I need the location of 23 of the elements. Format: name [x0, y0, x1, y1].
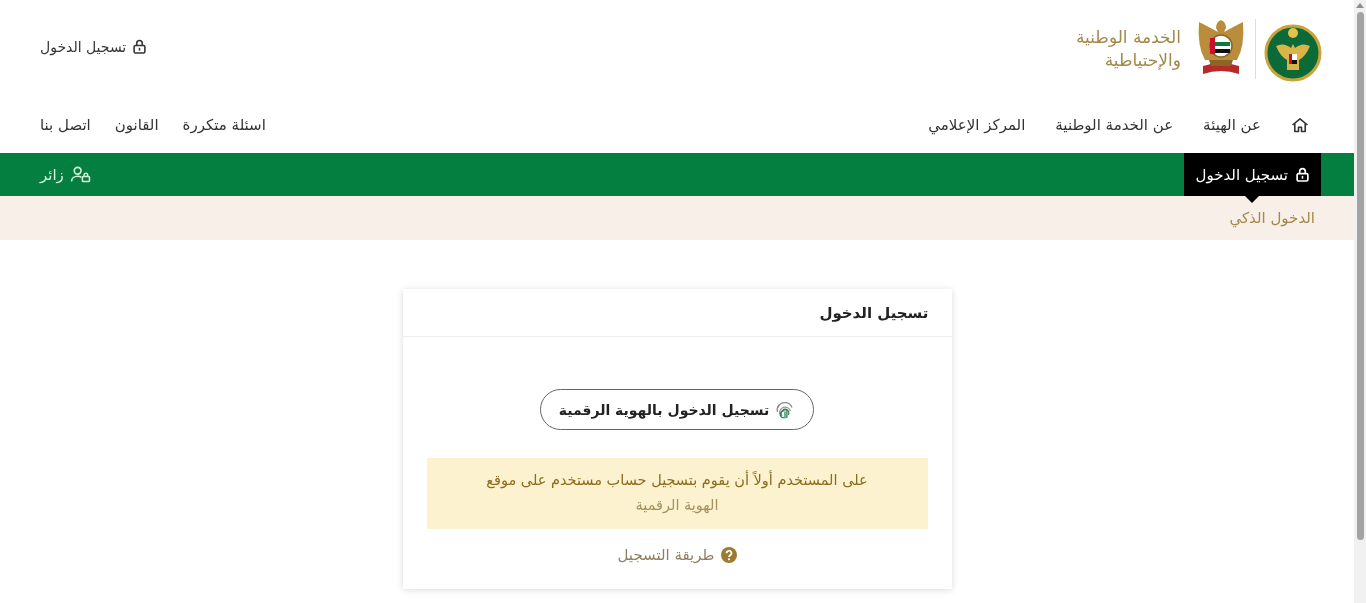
card-title: تسجيل الدخول: [819, 303, 929, 322]
digital-id-login-button[interactable]: تسجيل الدخول بالهوية الرقمية: [539, 389, 815, 430]
nav-link[interactable]: عن الهيئة: [1203, 116, 1261, 134]
lock-icon: [1296, 167, 1309, 182]
notice-text: على المستخدم أولاً أن يقوم بتسجيل حساب مستخدم على موقع الهوية الرقمية: [485, 469, 869, 516]
login-tab[interactable]: تسجيل الدخول: [1183, 153, 1321, 196]
pointer-triangle-icon: [1245, 196, 1260, 203]
registration-help-link[interactable]: طريقة التسجيل: [617, 545, 737, 564]
login-link[interactable]: تسجيل الدخول: [40, 38, 147, 55]
lock-icon: [133, 39, 147, 54]
scrollbar-thumb[interactable]: [1356, 12, 1364, 540]
nav-link[interactable]: عن الخدمة الوطنية: [1055, 116, 1174, 134]
visitor-link[interactable]: زائر: [40, 153, 91, 196]
nav-link[interactable]: المركز الإعلامي: [928, 116, 1026, 134]
help-icon: [720, 546, 737, 563]
home-icon[interactable]: [1291, 117, 1309, 133]
nav-link[interactable]: القانون: [114, 116, 159, 134]
nav-link[interactable]: اتصل بنا: [40, 116, 91, 134]
scroll-up-arrow-icon[interactable]: [1356, 3, 1364, 8]
scrollbar[interactable]: [1354, 0, 1366, 603]
organization-name: الخدمة الوطنية والإحتياطية: [1076, 26, 1181, 71]
nav-link[interactable]: اسئلة متكررة: [182, 116, 266, 134]
user-icon: [69, 166, 91, 183]
